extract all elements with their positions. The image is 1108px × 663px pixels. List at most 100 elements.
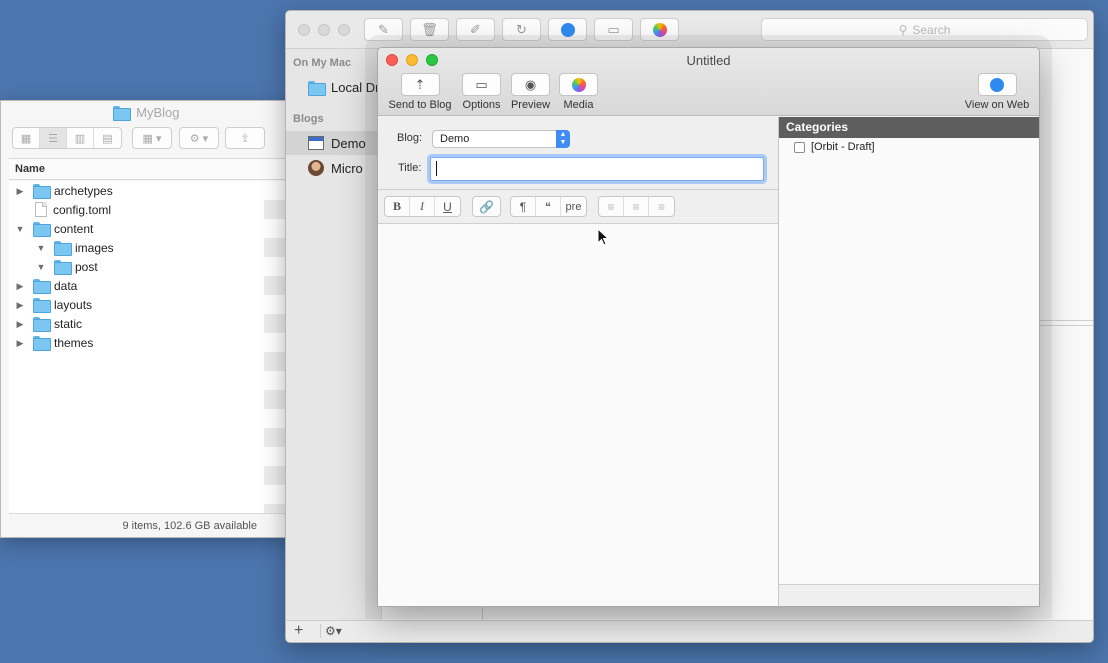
search-field[interactable]: ⚲ Search [761, 18, 1088, 41]
folder-icon [33, 184, 51, 199]
title-input[interactable] [430, 157, 764, 181]
layout-icon: ▭ [607, 21, 620, 37]
pre-button[interactable]: pre [561, 197, 586, 216]
view-on-web-button[interactable]: View on Web [960, 73, 1034, 111]
category-item[interactable]: [Orbit - Draft] [779, 138, 1039, 153]
disclosure-closed-icon[interactable]: ▶ [15, 338, 25, 348]
finder-status-bar: 9 items, 102.6 GB available [9, 513, 289, 537]
sidebar-item-local-drafts[interactable]: Local Dr [286, 75, 382, 99]
media-button[interactable]: Media [556, 73, 601, 111]
disclosure-closed-icon[interactable]: ▶ [15, 186, 25, 196]
photos-button[interactable] [640, 18, 679, 41]
underline-button[interactable]: U [435, 197, 460, 216]
finder-title: MyBlog [136, 105, 180, 120]
align-right-icon[interactable]: ≡ [649, 197, 674, 216]
block-group: ¶ “ pre [510, 196, 587, 217]
column-view-icon[interactable]: ▥ [67, 128, 94, 148]
window-title: Untitled [686, 53, 731, 68]
list-item[interactable]: config.toml [9, 200, 289, 219]
disclosure-closed-icon[interactable]: ▶ [15, 281, 25, 291]
finder-window: MyBlog ▦ ☰ ▥ ▤ ▦ ▾ ⚙ ▾ ⇪ Name ▶ archetype… [0, 100, 290, 538]
gallery-view-icon[interactable]: ▤ [94, 128, 121, 148]
category-checkbox[interactable] [794, 141, 805, 153]
bold-button[interactable]: B [385, 197, 410, 216]
blog-select-value: Demo [440, 133, 470, 145]
folder-icon [33, 279, 51, 294]
disclosure-closed-icon[interactable]: ▶ [15, 319, 25, 329]
sidebar-item-label: Micro [331, 160, 363, 176]
disclosure-open-icon[interactable]: ▼ [36, 262, 46, 272]
options-icon: ▭ [462, 73, 501, 96]
blog-select[interactable]: Demo ▲ ▼ [432, 130, 570, 148]
trash-icon: 🗑 [421, 21, 438, 37]
sidebar-gear-button[interactable]: ⚙▾ [320, 624, 342, 638]
safari-button[interactable] [548, 18, 587, 41]
align-center-icon[interactable]: ≡ [624, 197, 649, 216]
quote-button[interactable]: “ [536, 197, 561, 216]
options-button[interactable]: ▭ Options [459, 73, 504, 111]
sidebar-item-demo[interactable]: Demo [286, 131, 382, 155]
close-button[interactable] [298, 24, 310, 36]
list-item[interactable]: ▶ data [9, 276, 289, 295]
list-item-label: data [54, 278, 78, 293]
post-titlebar: Untitled ⇡ Send to Blog ▭ Options ◉ Prev… [378, 48, 1039, 116]
disclosure-closed-icon[interactable]: ▶ [15, 300, 25, 310]
list-item[interactable]: ▶ archetypes [9, 181, 289, 200]
folder-icon [54, 260, 72, 275]
group-by-button[interactable]: ▦ ▾ [132, 127, 172, 149]
list-item[interactable]: ▼ post [9, 257, 289, 276]
refresh-button[interactable]: ↻ [502, 18, 541, 41]
list-item[interactable]: ▶ static [9, 314, 289, 333]
preview-button[interactable]: ◉ Preview [508, 73, 553, 111]
list-item-label: config.toml [53, 202, 112, 217]
align-left-icon[interactable]: ≡ [599, 197, 624, 216]
add-blog-button[interactable]: + [294, 622, 303, 640]
toolbar-label: View on Web [964, 99, 1030, 111]
category-label: [Orbit - Draft] [811, 141, 875, 153]
paragraph-button[interactable]: ¶ [511, 197, 536, 216]
post-body-editor[interactable] [378, 224, 778, 606]
disclosure-open-icon[interactable]: ▼ [15, 224, 25, 234]
italic-button[interactable]: I [410, 197, 435, 216]
sidebar-item-micro[interactable]: Micro [286, 156, 382, 180]
action-button[interactable]: ⚙ ▾ [179, 127, 219, 149]
folder-icon [54, 241, 72, 256]
list-item[interactable]: ▼ images [9, 238, 289, 257]
disclosure-open-icon[interactable]: ▼ [36, 243, 46, 253]
delete-button[interactable]: 🗑 [410, 18, 449, 41]
list-item[interactable]: ▶ layouts [9, 295, 289, 314]
list-view-icon[interactable]: ☰ [40, 128, 67, 148]
compass-icon [977, 73, 1017, 96]
toolbar-label: Preview [510, 99, 551, 111]
eye-icon: ◉ [511, 73, 550, 96]
align-group: ≡ ≡ ≡ [598, 196, 675, 217]
document-icon: ✐ [470, 21, 481, 37]
list-item[interactable]: ▼ content [9, 219, 289, 238]
search-placeholder: Search [912, 22, 951, 37]
list-item-label: layouts [54, 297, 93, 312]
toolbar-label: Options [462, 99, 501, 111]
new-post-button[interactable]: ✎ [364, 18, 403, 41]
zoom-button[interactable] [338, 24, 350, 36]
group-icon: ▦ ▾ [142, 132, 162, 145]
finder-title-bar: MyBlog [1, 105, 291, 121]
edit-button[interactable]: ✐ [456, 18, 495, 41]
text-style-group: B I U [384, 196, 461, 217]
icon-view-icon[interactable]: ▦ [13, 128, 40, 148]
minimize-button[interactable] [318, 24, 330, 36]
compose-icon: ✎ [378, 21, 389, 37]
file-icon [35, 202, 47, 217]
folder-icon [308, 80, 326, 96]
send-to-blog-button[interactable]: ⇡ Send to Blog [385, 73, 455, 111]
list-item[interactable]: ▶ themes [9, 333, 289, 352]
share-button[interactable]: ⇪ [225, 127, 265, 149]
gear-icon: ⚙ ▾ [189, 132, 209, 145]
folder-icon [33, 222, 51, 237]
link-button[interactable]: 🔗 [473, 197, 500, 216]
layout-button[interactable]: ▭ [594, 18, 633, 41]
view-mode-control[interactable]: ▦ ☰ ▥ ▤ [12, 127, 122, 149]
name-column-header[interactable]: Name [9, 158, 289, 180]
list-item-label: post [75, 259, 98, 274]
link-group: 🔗 [472, 196, 501, 217]
